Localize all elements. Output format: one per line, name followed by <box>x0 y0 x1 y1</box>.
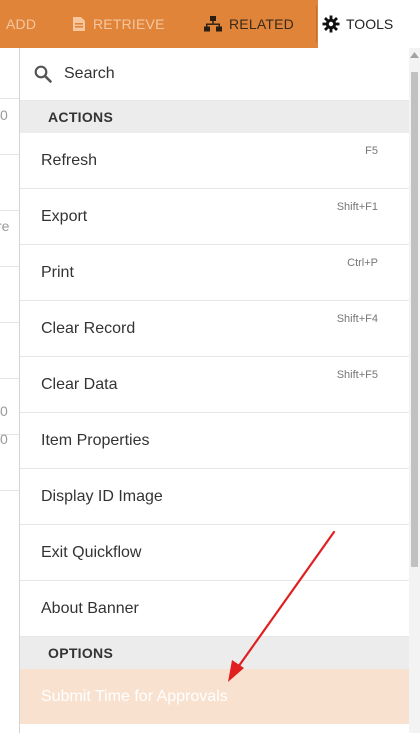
background-divider <box>0 266 20 267</box>
scroll-up-arrow-icon[interactable] <box>409 52 420 62</box>
add-button[interactable]: ADD <box>6 0 36 48</box>
menu-item-print[interactable]: Print Ctrl+P <box>20 245 410 301</box>
menu-item-shortcut: Shift+F5 <box>336 369 378 381</box>
menu-item-clear-record[interactable]: Clear Record Shift+F4 <box>20 301 410 357</box>
menu-item-shortcut: F5 <box>365 145 378 157</box>
document-download-icon <box>72 16 86 32</box>
background-text: re <box>0 218 10 234</box>
related-button-label: RELATED <box>229 16 294 32</box>
menu-item-submit-time-for-approvals[interactable]: Submit Time for Approvals <box>20 669 410 724</box>
menu-scrollbar[interactable] <box>409 48 420 733</box>
menu-item-exit-quickflow[interactable]: Exit Quickflow <box>20 525 410 581</box>
menu-item-display-id-image[interactable]: Display ID Image <box>20 469 410 525</box>
tools-menu: Search ACTIONS Refresh F5 Export Shift+F… <box>19 48 410 733</box>
menu-item-shortcut: Shift+F4 <box>336 313 378 325</box>
background-page: 0 re 0 0 <box>0 48 20 733</box>
search-label: Search <box>64 65 115 82</box>
background-divider <box>0 490 20 491</box>
toolbar-divider <box>316 6 317 42</box>
retrieve-button[interactable]: RETRIEVE <box>72 0 165 48</box>
menu-item-shortcut: Ctrl+P <box>347 257 378 269</box>
tools-button-label: TOOLS <box>346 16 394 32</box>
menu-search[interactable]: Search <box>20 48 410 101</box>
tools-button[interactable]: TOOLS <box>318 0 420 48</box>
background-divider <box>0 322 20 323</box>
background-divider <box>0 98 20 99</box>
background-divider <box>0 378 20 379</box>
background-text: 0 <box>0 431 8 447</box>
menu-item-shortcut: Shift+F1 <box>336 201 378 213</box>
background-text: 0 <box>0 107 8 123</box>
scrollbar-thumb[interactable] <box>411 72 418 567</box>
background-divider <box>0 154 20 155</box>
background-text: 0 <box>0 403 8 419</box>
menu-item-export[interactable]: Export Shift+F1 <box>20 189 410 245</box>
related-button[interactable]: RELATED <box>204 0 294 48</box>
menu-item-refresh[interactable]: Refresh F5 <box>20 133 410 189</box>
gear-icon <box>322 15 340 33</box>
menu-item-label: Item Properties <box>41 431 150 449</box>
section-header-options: OPTIONS <box>20 637 410 669</box>
hierarchy-icon <box>204 16 222 32</box>
menu-item-about-banner[interactable]: About Banner <box>20 581 410 637</box>
menu-item-label: Refresh <box>41 151 98 169</box>
menu-item-clear-data[interactable]: Clear Data Shift+F5 <box>20 357 410 413</box>
section-header-actions: ACTIONS <box>20 101 410 133</box>
search-icon <box>34 65 52 83</box>
menu-item-label: Submit Time for Approvals <box>41 687 228 705</box>
add-button-label: ADD <box>6 16 37 32</box>
menu-item-label: Display ID Image <box>41 487 163 505</box>
background-divider <box>0 210 20 211</box>
menu-item-label: About Banner <box>41 599 139 617</box>
menu-item-item-properties[interactable]: Item Properties <box>20 413 410 469</box>
menu-item-label: Export <box>41 207 88 225</box>
top-toolbar: ADD RETRIEVE RELATED TOOLS <box>0 0 420 48</box>
menu-item-label: Clear Data <box>41 375 118 393</box>
menu-item-label: Exit Quickflow <box>41 543 142 561</box>
menu-item-label: Print <box>41 263 74 281</box>
retrieve-button-label: RETRIEVE <box>93 16 165 32</box>
menu-item-label: Clear Record <box>41 319 136 337</box>
